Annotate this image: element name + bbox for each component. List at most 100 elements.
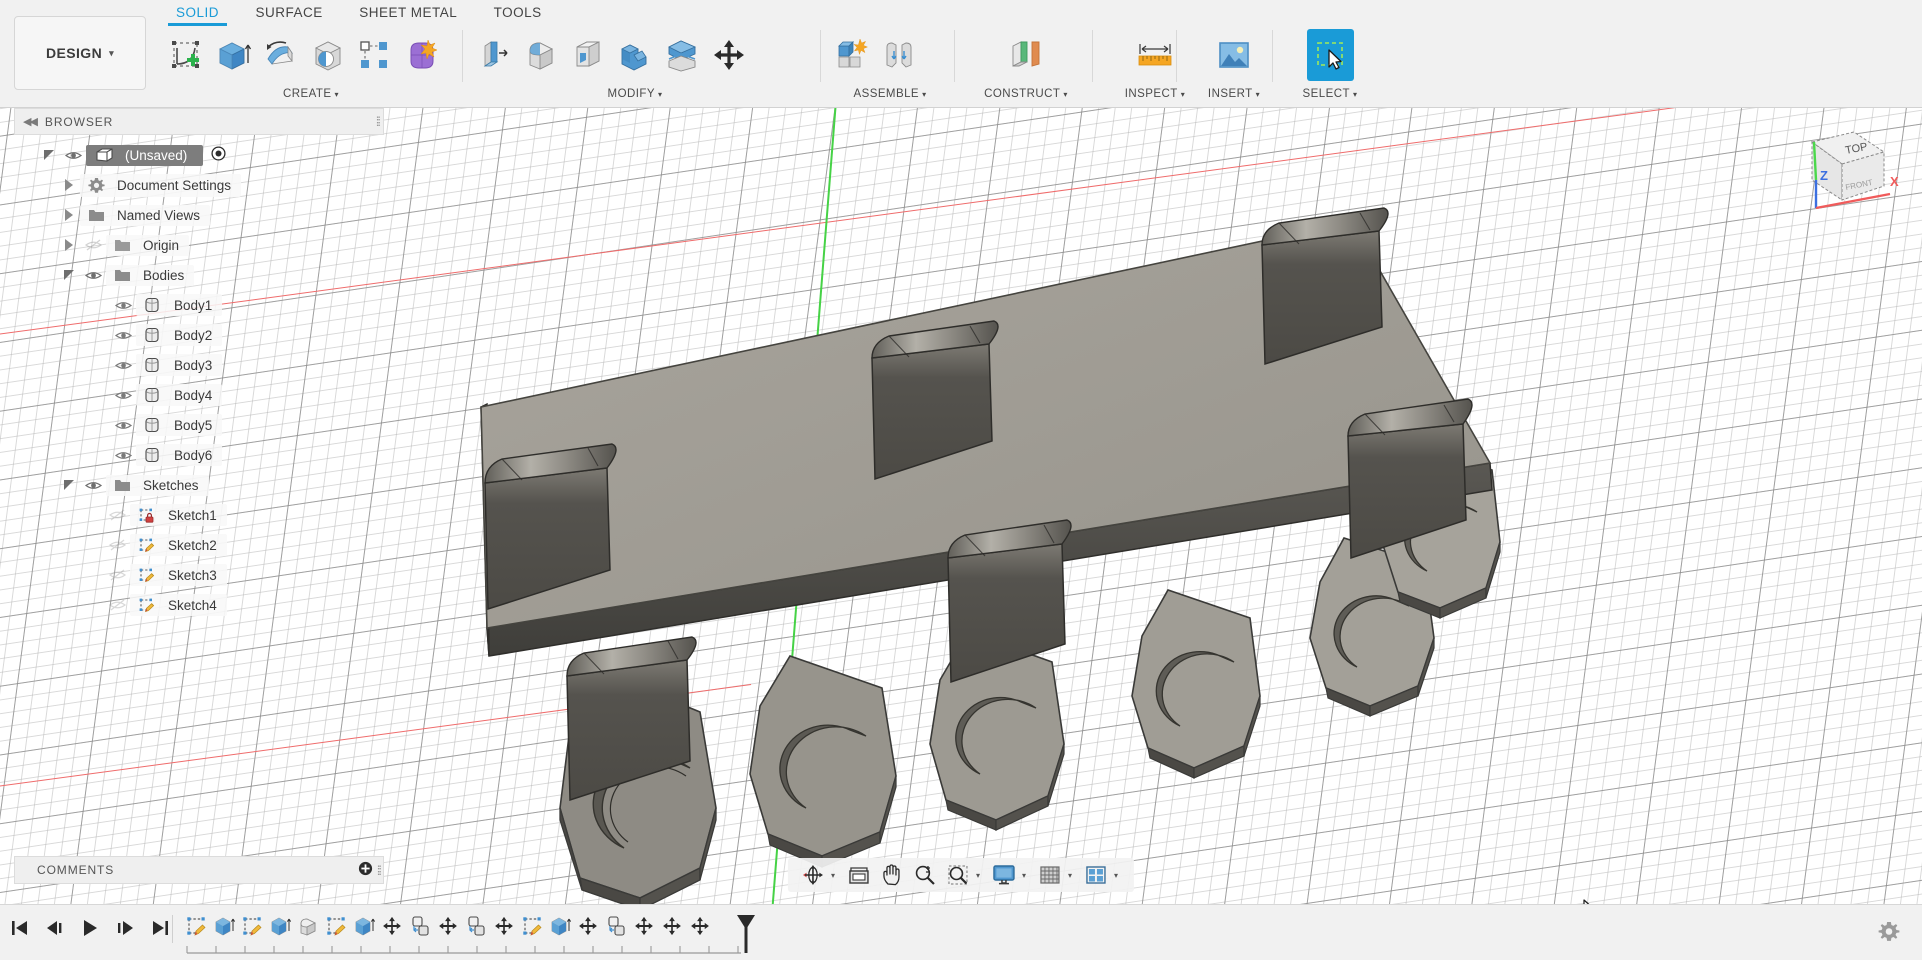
go-to-end-button[interactable]: [148, 915, 172, 941]
combine-button[interactable]: [611, 29, 658, 81]
tab-solid[interactable]: SOLID: [160, 2, 235, 25]
chevron-down-icon[interactable]: ▾: [1114, 871, 1118, 880]
tree-item-body6[interactable]: Body6: [14, 440, 384, 470]
tab-surface[interactable]: SURFACE: [239, 2, 338, 25]
step-forward-button[interactable]: [113, 915, 137, 941]
timeline-sketch-4[interactable]: [518, 911, 546, 941]
orbit-button[interactable]: [798, 861, 828, 889]
step-back-button[interactable]: [43, 915, 67, 941]
visibility-icon[interactable]: [60, 150, 86, 161]
expander-open-icon[interactable]: [58, 480, 80, 491]
look-at-button[interactable]: [844, 861, 874, 889]
visibility-icon[interactable]: [110, 300, 136, 311]
visibility-icon[interactable]: [110, 450, 136, 461]
expander-closed-icon[interactable]: [58, 239, 80, 251]
active-component-radio[interactable]: [211, 146, 226, 164]
measure-button[interactable]: [1132, 29, 1179, 81]
visibility-icon[interactable]: [110, 420, 136, 431]
visibility-off-icon[interactable]: [104, 509, 130, 521]
timeline-copy-2[interactable]: [462, 911, 490, 941]
tree-item-unsaved[interactable]: (Unsaved): [14, 140, 384, 170]
tree-item-body2[interactable]: Body2: [14, 320, 384, 350]
tab-tools[interactable]: TOOLS: [478, 2, 558, 25]
resize-grip-icon[interactable]: ⁞⁞: [376, 114, 379, 129]
revolve-button[interactable]: [256, 29, 303, 81]
panel-assemble-label[interactable]: ASSEMBLE▾: [828, 88, 952, 100]
visibility-icon[interactable]: [110, 390, 136, 401]
tree-item-sketch4[interactable]: Sketch4: [14, 590, 384, 620]
viewports-button[interactable]: [1081, 861, 1111, 889]
pan-button[interactable]: [877, 861, 907, 889]
timeline-move-4[interactable]: [574, 911, 602, 941]
create-form-button[interactable]: [397, 29, 444, 81]
timeline-extrude-2[interactable]: [266, 911, 294, 941]
tree-item-origin[interactable]: Origin: [14, 230, 384, 260]
visibility-off-icon[interactable]: [104, 599, 130, 611]
visibility-off-icon[interactable]: [104, 539, 130, 551]
panel-modify-label[interactable]: MODIFY▾: [470, 88, 800, 100]
visibility-icon[interactable]: [80, 480, 106, 491]
expander-closed-icon[interactable]: [58, 179, 80, 191]
joint-button[interactable]: [875, 29, 922, 81]
timeline-end-marker[interactable]: [735, 911, 757, 955]
comments-panel[interactable]: COMMENTS ⁞⁞: [14, 856, 384, 884]
go-to-beginning-button[interactable]: [8, 915, 32, 941]
tree-item-body4[interactable]: Body4: [14, 380, 384, 410]
resize-grip-icon[interactable]: ⁞⁞: [377, 863, 380, 878]
workspace-switcher-button[interactable]: DESIGN ▾: [14, 16, 146, 90]
timeline-extrude-3[interactable]: [350, 911, 378, 941]
timeline-move-5[interactable]: [630, 911, 658, 941]
tree-item-named-views[interactable]: Named Views: [14, 200, 384, 230]
fillet-button[interactable]: [517, 29, 564, 81]
offset-plane-button[interactable]: [1003, 29, 1050, 81]
visibility-icon[interactable]: [80, 270, 106, 281]
expander-open-icon[interactable]: [38, 150, 60, 161]
panel-select-label[interactable]: SELECT▾: [1280, 88, 1380, 100]
tree-item-bodies[interactable]: Bodies: [14, 260, 384, 290]
tree-item-document-settings[interactable]: Document Settings: [14, 170, 384, 200]
tab-sheet-metal[interactable]: SHEET METAL: [343, 2, 473, 25]
press-pull-button[interactable]: [470, 29, 517, 81]
timeline-move-3[interactable]: [490, 911, 518, 941]
panel-create-label[interactable]: CREATE▾: [162, 88, 460, 100]
shell-button[interactable]: [564, 29, 611, 81]
zoom-button[interactable]: [910, 861, 940, 889]
tree-item-sketches[interactable]: Sketches: [14, 470, 384, 500]
select-button[interactable]: [1307, 29, 1354, 81]
timeline-move-2[interactable]: [434, 911, 462, 941]
chevron-down-icon[interactable]: ▾: [976, 871, 980, 880]
visibility-icon[interactable]: [110, 330, 136, 341]
display-settings-button[interactable]: [989, 861, 1019, 889]
collapse-icon[interactable]: ◀◀: [23, 115, 36, 128]
extrude-button[interactable]: [209, 29, 256, 81]
zoom-window-button[interactable]: [943, 861, 973, 889]
tree-item-sketch2[interactable]: Sketch2: [14, 530, 384, 560]
tree-item-body3[interactable]: Body3: [14, 350, 384, 380]
tree-item-sketch1[interactable]: Sketch1: [14, 500, 384, 530]
play-button[interactable]: [78, 915, 102, 941]
timeline-copy-3[interactable]: [602, 911, 630, 941]
timeline-move-1[interactable]: [378, 911, 406, 941]
view-cube[interactable]: TOP FRONT Z X: [1786, 114, 1906, 224]
chevron-down-icon[interactable]: ▾: [1068, 871, 1072, 880]
insert-image-button[interactable]: [1211, 29, 1258, 81]
timeline-move-7[interactable]: [686, 911, 714, 941]
split-body-button[interactable]: [658, 29, 705, 81]
panel-construct-label[interactable]: CONSTRUCT▾: [962, 88, 1090, 100]
timeline-extrude-4[interactable]: [546, 911, 574, 941]
timeline-fillet-1[interactable]: [294, 911, 322, 941]
rectangular-pattern-button[interactable]: [350, 29, 397, 81]
visibility-off-icon[interactable]: [80, 239, 106, 251]
timeline-move-6[interactable]: [658, 911, 686, 941]
grid-snaps-button[interactable]: [1035, 861, 1065, 889]
move-copy-button[interactable]: [705, 29, 752, 81]
visibility-off-icon[interactable]: [104, 569, 130, 581]
hole-button[interactable]: [303, 29, 350, 81]
timeline-sketch-1[interactable]: [182, 911, 210, 941]
tree-item-body1[interactable]: Body1: [14, 290, 384, 320]
visibility-icon[interactable]: [110, 360, 136, 371]
expander-open-icon[interactable]: [58, 270, 80, 281]
add-comment-icon[interactable]: [358, 861, 373, 879]
expander-closed-icon[interactable]: [58, 209, 80, 221]
timeline-sketch-2[interactable]: [238, 911, 266, 941]
